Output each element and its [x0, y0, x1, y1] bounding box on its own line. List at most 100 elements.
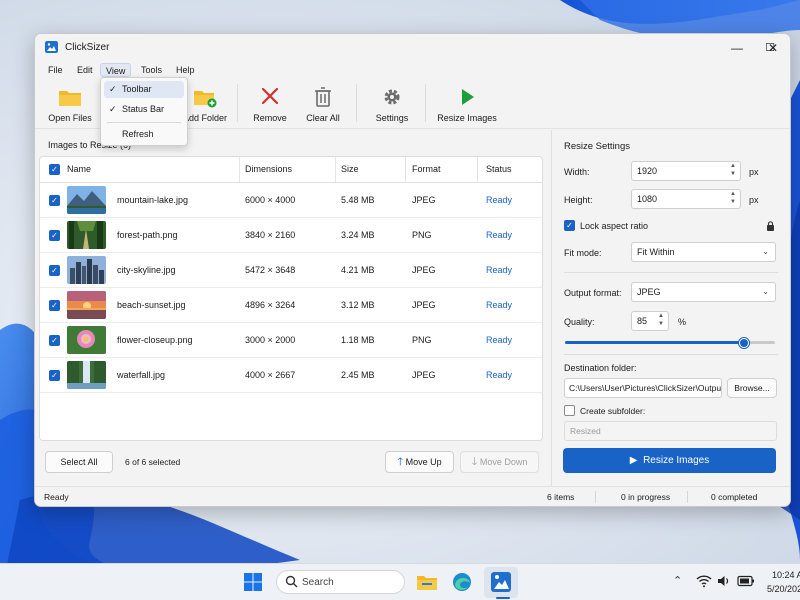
destination-folder-label: Destination folder: — [564, 363, 637, 373]
column-header-format[interactable]: Format — [412, 157, 441, 182]
column-header-dimensions[interactable]: Dimensions — [245, 157, 292, 182]
create-subfolder-checkbox[interactable] — [564, 405, 575, 416]
browse-button[interactable]: Browse... — [727, 378, 777, 398]
clock-time[interactable]: 10:24 AM — [772, 570, 800, 580]
table-row[interactable]: ✓ flower-closeup.png 3000 × 2000 1.18 MB PNG… — [40, 323, 542, 358]
checkmark-icon: ✓ — [109, 104, 117, 114]
table-row[interactable]: ✓ forest-path.png 3840 × 2160 3.24 MB PNG Rea… — [40, 218, 542, 253]
cell-format: PNG — [412, 230, 432, 240]
view-menu-item-label: Toolbar — [122, 84, 152, 94]
select-all-button[interactable]: Select All — [45, 451, 113, 473]
view-menu-item-label: Refresh — [122, 129, 154, 139]
fit-mode-label: Fit mode: — [564, 248, 602, 258]
width-stepper-icon[interactable]: ▲ ▼ — [730, 162, 736, 178]
table-row[interactable]: ✓ mountain-lake.jpg 6000 × 4000 5.48 MB JPEG… — [40, 183, 542, 218]
row-checkbox[interactable]: ✓ — [49, 195, 60, 206]
cell-status: Ready — [486, 195, 513, 205]
row-checkbox[interactable]: ✓ — [49, 335, 60, 346]
menu-separator — [107, 122, 181, 123]
quality-stepper-icon[interactable]: ▲ ▼ — [658, 312, 664, 328]
row-checkbox[interactable]: ✓ — [49, 265, 60, 276]
height-stepper-icon[interactable]: ▲ ▼ — [730, 190, 736, 206]
clicksizer-taskbar-icon[interactable] — [488, 570, 514, 594]
status-bar: Ready 6 items 0 in progress 0 completed — [35, 486, 790, 506]
menu-view[interactable]: View — [100, 63, 132, 77]
height-input[interactable]: 1080 ▲ ▼ — [631, 189, 741, 209]
cell-name: flower-closeup.png — [117, 335, 193, 345]
image-thumbnail — [67, 221, 106, 249]
cell-status: Ready — [486, 230, 513, 240]
cell-size: 5.48 MB — [341, 195, 375, 205]
lock-icon — [767, 221, 774, 231]
status-divider — [595, 491, 596, 503]
resize-images-toolbar-button[interactable]: Resize Images — [435, 79, 499, 129]
output-format-select[interactable]: JPEG ⌄ — [631, 282, 776, 302]
resize-images-button[interactable]: ▶ Resize Images — [563, 448, 776, 473]
quality-slider[interactable] — [565, 338, 775, 348]
settings-button[interactable]: Settings — [368, 79, 416, 129]
width-input[interactable]: 1920 ▲ ▼ — [631, 161, 741, 181]
move-up-button[interactable]: 🡑 Move Up — [385, 451, 454, 473]
select-all-checkbox[interactable]: ✓ — [49, 164, 60, 175]
row-checkbox[interactable]: ✓ — [49, 230, 60, 241]
table-row[interactable]: ✓ beach-sunset.jpg 4896 × 3264 3.12 MB JPEG R… — [40, 288, 542, 323]
status-completed: 0 completed — [711, 492, 758, 502]
lock-aspect-checkbox[interactable]: ✓ — [564, 220, 575, 231]
fit-mode-select[interactable]: Fit Within ⌄ — [631, 242, 776, 262]
image-thumbnail — [67, 291, 106, 319]
column-header-name[interactable]: Name — [67, 157, 91, 182]
row-checkbox[interactable]: ✓ — [49, 370, 60, 381]
remove-button[interactable]: Remove — [247, 79, 293, 129]
chevron-up-icon[interactable]: ⌃ — [673, 574, 682, 587]
windows-start-icon[interactable] — [240, 570, 266, 594]
destination-folder-input[interactable]: C:\Users\User\Pictures\ClickSizer\Output — [564, 378, 722, 398]
cell-dimensions: 3840 × 2160 — [245, 230, 296, 240]
close-button[interactable]: ✕ — [755, 34, 790, 61]
menu-tools[interactable]: Tools — [136, 63, 167, 77]
cell-dimensions: 6000 × 4000 — [245, 195, 296, 205]
fit-mode-value: Fit Within — [637, 247, 675, 257]
output-format-label: Output format: — [564, 288, 622, 298]
arrow-up-icon: 🡑 — [397, 456, 404, 468]
clock-date[interactable]: 5/20/2024 — [767, 584, 800, 594]
view-menu-item-status-bar[interactable]: ✓ Status Bar — [104, 101, 184, 118]
minimize-button[interactable]: — — [719, 34, 755, 61]
file-explorer-icon[interactable] — [414, 570, 440, 594]
view-menu-dropdown: ✓ Toolbar ✓ Status Bar Refresh — [100, 77, 188, 146]
row-checkbox[interactable]: ✓ — [49, 300, 60, 311]
column-header-size[interactable]: Size — [341, 157, 359, 182]
move-down-label: Move Down — [479, 457, 528, 467]
section-divider — [564, 272, 778, 273]
wifi-icon[interactable] — [696, 574, 712, 588]
move-down-button[interactable]: 🡓 Move Down — [460, 451, 539, 473]
window-title: ClickSizer — [65, 42, 110, 53]
view-menu-item-toolbar[interactable]: ✓ Toolbar — [104, 81, 184, 98]
cell-status: Ready — [486, 370, 513, 380]
cell-format: JPEG — [412, 370, 436, 380]
cell-name: mountain-lake.jpg — [117, 195, 189, 205]
table-row[interactable]: ✓ city-skyline.jpg 5472 × 3648 4.21 MB JPEG R… — [40, 253, 542, 288]
width-unit: px — [749, 167, 759, 177]
quality-input[interactable]: 85 ▲ ▼ — [631, 311, 669, 331]
menu-file[interactable]: File — [43, 63, 68, 77]
menu-edit[interactable]: Edit — [72, 63, 98, 77]
gear-icon — [384, 89, 400, 105]
volume-icon[interactable] — [717, 574, 731, 588]
move-up-label: Move Up — [405, 457, 442, 467]
subfolder-name-input[interactable]: Resized — [564, 421, 777, 441]
column-header-status[interactable]: Status — [486, 157, 512, 182]
cell-size: 4.21 MB — [341, 265, 375, 275]
open-files-button[interactable]: Open Files — [45, 79, 95, 129]
chevron-down-icon: ⌄ — [762, 287, 769, 296]
title-bar[interactable]: ClickSizer — ☐ ✕ — [35, 34, 790, 61]
table-row[interactable]: ✓ waterfall.jpg 4000 × 2667 2.45 MB JPEG Read… — [40, 358, 542, 393]
checkmark-icon: ✓ — [109, 84, 117, 94]
view-menu-item-refresh[interactable]: Refresh — [104, 126, 184, 143]
edge-browser-icon[interactable] — [449, 570, 475, 594]
battery-icon[interactable] — [737, 575, 755, 587]
menu-help[interactable]: Help — [171, 63, 200, 77]
quality-slider-thumb[interactable] — [738, 338, 749, 348]
taskbar-search[interactable]: Search — [276, 570, 405, 594]
folder-add-icon — [194, 91, 217, 108]
clear-all-button[interactable]: Clear All — [299, 79, 347, 129]
